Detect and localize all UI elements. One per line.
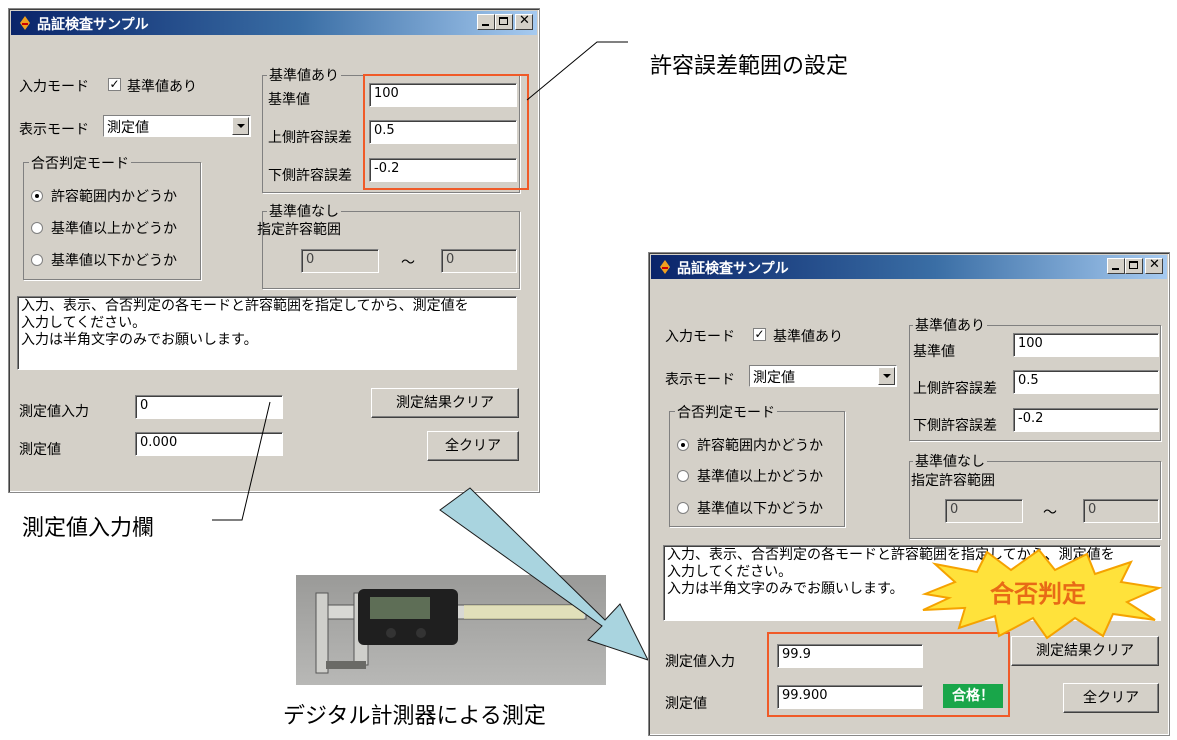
ref-checkbox[interactable]: ✓	[753, 328, 766, 341]
window-title: 品証検査サンプル	[677, 261, 789, 277]
upper-tol-label: 上側許容誤差	[913, 381, 997, 397]
radio-below-label: 基準値以下かどうか	[697, 501, 823, 517]
radio-below[interactable]	[677, 502, 689, 514]
judgement-label: 合否判定	[990, 580, 1086, 608]
ref-group-title: 基準値あり	[913, 315, 987, 335]
display-mode-label: 表示モード	[665, 372, 735, 388]
noref-group-title: 基準値なし	[913, 451, 987, 471]
chevron-down-icon[interactable]	[878, 367, 895, 385]
input-mode-label: 入力モード	[665, 329, 735, 345]
range-from-field[interactable]: 0	[945, 499, 1023, 523]
range-to-field[interactable]: 0	[1083, 499, 1159, 523]
judge-mode-group-title: 合否判定モード	[675, 402, 777, 422]
clear-all-button[interactable]: 全クリア	[1063, 683, 1159, 713]
display-mode-value: 測定値	[753, 370, 795, 386]
minimize-icon[interactable]	[1107, 258, 1125, 274]
clear-results-button[interactable]: 測定結果クリア	[1011, 636, 1159, 666]
display-mode-select[interactable]: 測定値	[749, 365, 897, 387]
ref-value-field[interactable]: 100	[1013, 333, 1159, 357]
radio-above[interactable]	[677, 470, 689, 482]
radio-above-label: 基準値以上かどうか	[697, 469, 823, 485]
maximize-icon[interactable]	[1125, 258, 1143, 274]
lower-tol-label: 下側許容誤差	[913, 418, 997, 434]
measure-value-label: 測定値	[665, 696, 707, 712]
measurement-highlight	[767, 632, 1010, 717]
measure-input-label: 測定値入力	[665, 654, 735, 670]
close-icon[interactable]: ✕	[1145, 257, 1163, 274]
ref-checkbox-label: 基準値あり	[773, 329, 843, 345]
lower-tol-field[interactable]: -0.2	[1013, 408, 1159, 432]
upper-tol-field[interactable]: 0.5	[1013, 370, 1159, 394]
radio-within[interactable]	[677, 439, 689, 451]
radio-within-label: 許容範囲内かどうか	[697, 438, 823, 454]
app-icon	[660, 260, 670, 274]
title-bar[interactable]: 品証検査サンプル ✕	[651, 255, 1167, 279]
range-tilde: ～	[1043, 505, 1057, 521]
range-label: 指定許容範囲	[911, 473, 995, 489]
ref-value-label: 基準値	[913, 344, 955, 360]
